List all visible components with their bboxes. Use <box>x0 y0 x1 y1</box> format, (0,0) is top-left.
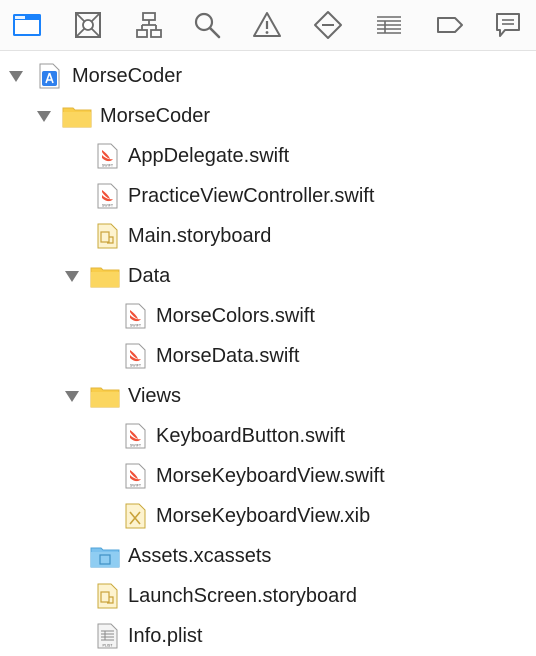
folder-icon <box>62 107 92 128</box>
file-label: MorseColors.swift <box>156 305 315 327</box>
tree-row-file[interactable]: SWIFT MorseKeyboardView.swift <box>0 456 536 496</box>
tree-row-file[interactable]: SWIFT PracticeViewController.swift <box>0 176 536 216</box>
svg-text:SWIFT: SWIFT <box>130 444 142 448</box>
disclosure-expanded-icon[interactable] <box>64 269 80 283</box>
svg-text:SWIFT: SWIFT <box>130 484 142 488</box>
tree-row-group-data[interactable]: Data <box>0 256 536 296</box>
svg-text:SWIFT: SWIFT <box>102 164 114 168</box>
folder-icon <box>90 387 120 408</box>
tree-row-file[interactable]: SWIFT AppDelegate.swift <box>0 136 536 176</box>
swift-file-icon: SWIFT <box>97 183 118 209</box>
file-label: LaunchScreen.storyboard <box>128 585 358 607</box>
source-control-icon[interactable] <box>71 8 105 42</box>
tree-row-project[interactable]: MorseCoder <box>0 56 536 96</box>
swift-file-icon: SWIFT <box>125 463 146 489</box>
svg-text:PLIST: PLIST <box>103 644 114 648</box>
swift-file-icon: SWIFT <box>97 143 118 169</box>
project-navigator-icon[interactable] <box>10 8 44 42</box>
find-icon[interactable] <box>190 8 224 42</box>
test-icon[interactable] <box>311 8 345 42</box>
xib-file-icon <box>125 503 146 529</box>
svg-text:SWIFT: SWIFT <box>130 364 142 368</box>
tree-row-file[interactable]: MorseKeyboardView.xib <box>0 496 536 536</box>
xcode-project-icon <box>39 63 60 89</box>
group-label: Views <box>128 385 181 407</box>
tree-row-file[interactable]: SWIFT MorseData.swift <box>0 336 536 376</box>
swift-file-icon: SWIFT <box>125 343 146 369</box>
swift-file-icon: SWIFT <box>125 303 146 329</box>
report-icon[interactable] <box>491 8 525 42</box>
svg-text:SWIFT: SWIFT <box>102 204 114 208</box>
disclosure-expanded-icon[interactable] <box>64 389 80 403</box>
file-label: PracticeViewController.swift <box>128 185 375 207</box>
project-name: MorseCoder <box>72 65 183 87</box>
asset-catalog-icon <box>90 547 120 568</box>
disclosure-expanded-icon[interactable] <box>36 109 52 123</box>
tree-row-file[interactable]: SWIFT KeyboardButton.swift <box>0 416 536 456</box>
file-label: KeyboardButton.swift <box>156 425 345 447</box>
file-label: MorseKeyboardView.xib <box>156 505 371 527</box>
file-label: MorseKeyboardView.swift <box>156 465 385 487</box>
plist-file-icon: PLIST <box>97 623 118 649</box>
tree-row-group-views[interactable]: Views <box>0 376 536 416</box>
tree-row-file[interactable]: Main.storyboard <box>0 216 536 256</box>
storyboard-file-icon <box>97 583 118 609</box>
tree-row-file[interactable]: SWIFT MorseColors.swift <box>0 296 536 336</box>
debug-navigator-icon[interactable] <box>372 8 406 42</box>
group-label: MorseCoder <box>100 105 211 127</box>
folder-icon <box>90 267 120 288</box>
file-label: Main.storyboard <box>128 225 272 247</box>
navigator-toolbar <box>0 0 536 51</box>
disclosure-expanded-icon[interactable] <box>8 69 24 83</box>
svg-text:SWIFT: SWIFT <box>130 324 142 328</box>
storyboard-file-icon <box>97 223 118 249</box>
tree-row-group-morsecoder[interactable]: MorseCoder <box>0 96 536 136</box>
tree-row-file[interactable]: Assets.xcassets <box>0 536 536 576</box>
tree-row-file[interactable]: LaunchScreen.storyboard <box>0 576 536 616</box>
breakpoint-icon[interactable] <box>433 8 467 42</box>
issue-warning-icon[interactable] <box>250 8 284 42</box>
file-label: Assets.xcassets <box>128 545 272 567</box>
file-label: Info.plist <box>128 625 203 647</box>
group-label: Data <box>128 265 171 287</box>
tree-row-file[interactable]: PLIST Info.plist <box>0 616 536 656</box>
file-label: AppDelegate.swift <box>128 145 290 167</box>
swift-file-icon: SWIFT <box>125 423 146 449</box>
symbol-navigator-icon[interactable] <box>132 8 166 42</box>
file-label: MorseData.swift <box>156 345 300 367</box>
